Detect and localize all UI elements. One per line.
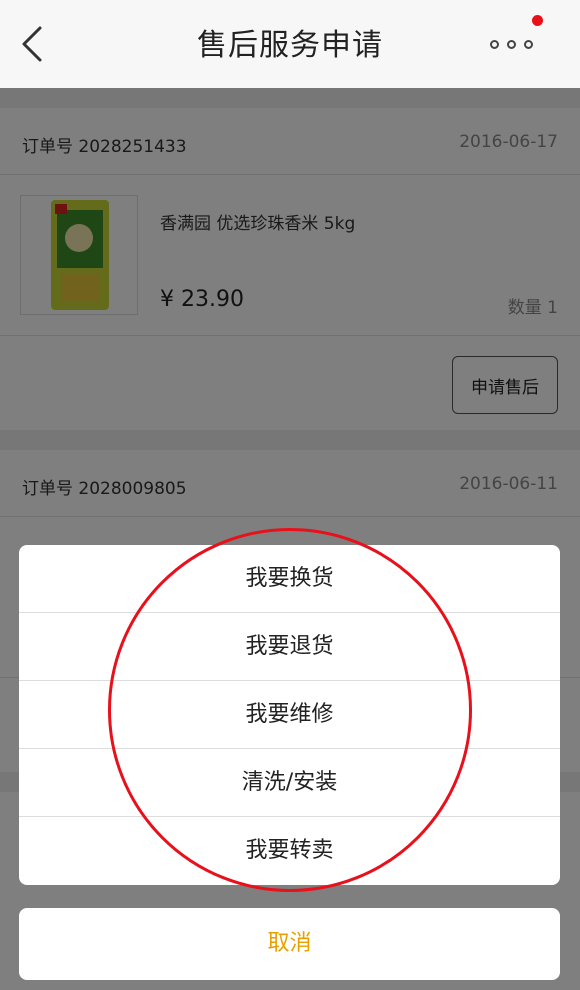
more-button[interactable]	[486, 30, 538, 58]
more-dot-icon	[524, 40, 533, 49]
return-option[interactable]: 我要退货	[19, 613, 560, 681]
action-sheet: 我要换货 我要退货 我要维修 清洗/安装 我要转卖	[19, 545, 560, 885]
clean-install-option[interactable]: 清洗/安装	[19, 749, 560, 817]
cancel-button[interactable]: 取消	[19, 908, 560, 980]
screen: 售后服务申请 订单号 2028251433 2016-06-17	[0, 0, 580, 990]
repair-option[interactable]: 我要维修	[19, 681, 560, 749]
top-nav-bar: 售后服务申请	[0, 0, 580, 89]
more-dot-icon	[490, 40, 499, 49]
exchange-option[interactable]: 我要换货	[19, 545, 560, 613]
notification-badge	[532, 15, 543, 26]
more-dot-icon	[507, 40, 516, 49]
resell-option[interactable]: 我要转卖	[19, 817, 560, 885]
